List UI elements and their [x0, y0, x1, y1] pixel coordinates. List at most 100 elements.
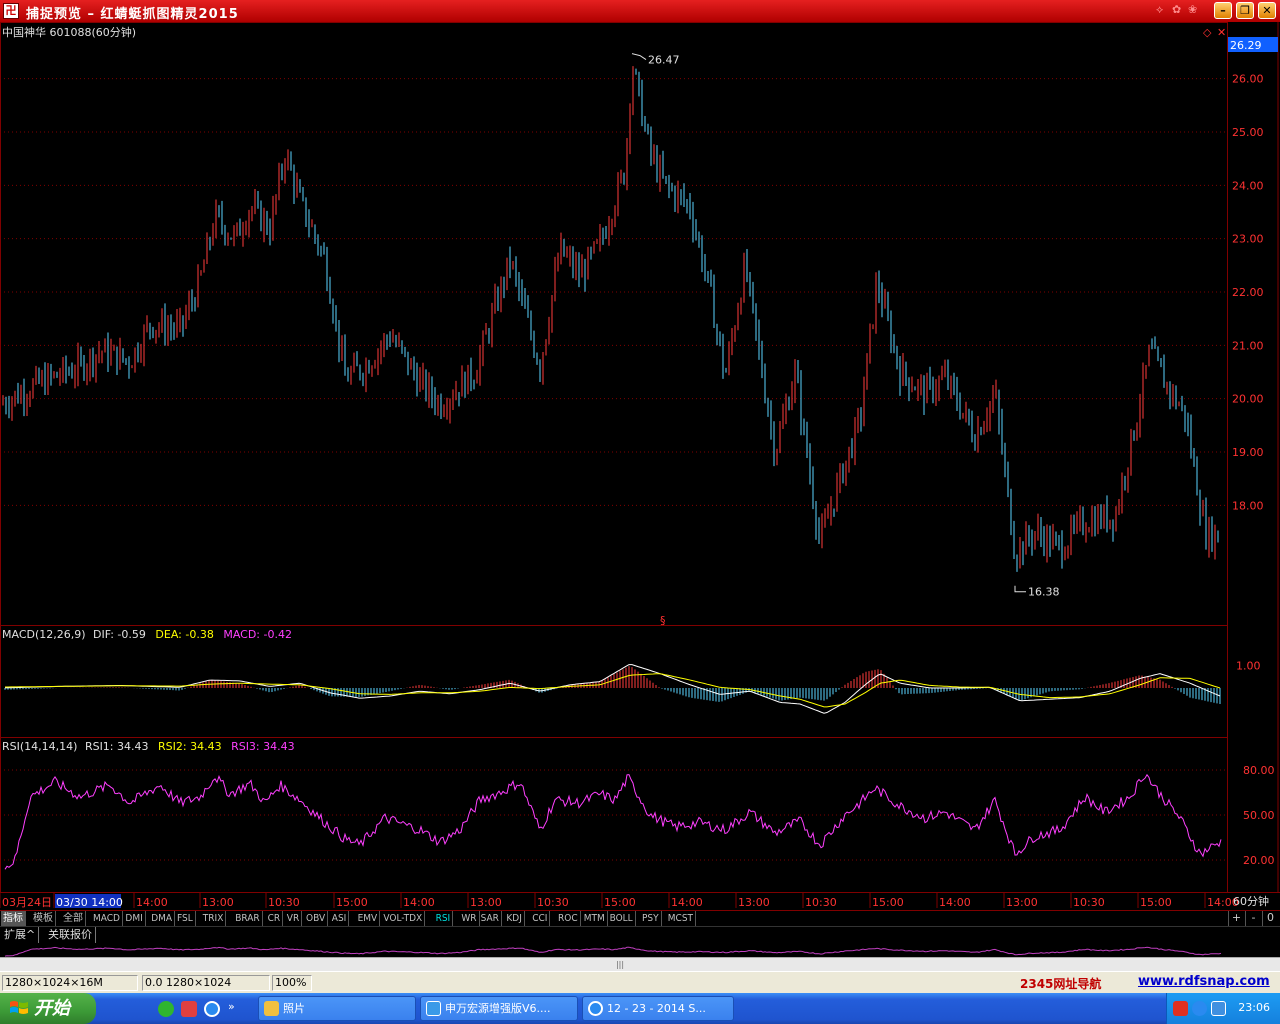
quicklaunch-app-icon[interactable]	[181, 1001, 197, 1017]
time-label: 03/30 14:00	[56, 896, 123, 909]
time-label: 15:00	[336, 896, 368, 909]
close-panel-icon[interactable]: ✕	[1217, 26, 1226, 39]
indicator-tab-vol-tdx[interactable]: VOL-TDX	[381, 911, 426, 926]
rsi2-value: RSI2: 34.43	[158, 740, 222, 753]
start-button[interactable]: 开始	[0, 993, 96, 1024]
rsi-tick-label: 80.00	[1243, 764, 1275, 777]
stock-chart-area[interactable]: 18.00 19.00 20.00 21.00 22.00 23.00 24.00 25.00…	[0, 22, 1280, 910]
indicator-tab-psy[interactable]: PSY	[640, 911, 662, 926]
task-label: 12 - 23 - 2014 S...	[607, 1002, 706, 1015]
indicator-tab-boll[interactable]: BOLL	[608, 911, 636, 926]
related-quotes-tab[interactable]: 关联报价	[45, 927, 96, 943]
chart-canvas[interactable]: 18.00 19.00 20.00 21.00 22.00 23.00 24.00 25.00…	[0, 22, 1280, 910]
time-label: 13:00	[470, 896, 502, 909]
time-label: 03月24日	[2, 896, 52, 909]
taskbar: 开始 » 照片 申万宏源增强版V6.... 12 - 23 - 2014 S..…	[0, 993, 1280, 1024]
close-button[interactable]: ✕	[1258, 2, 1276, 19]
indicator-tab-roc[interactable]: ROC	[556, 911, 581, 926]
app-icon	[426, 1001, 441, 1016]
indicator-tab-cr[interactable]: CR	[266, 911, 284, 926]
price-tick-label: 18.00	[1232, 499, 1264, 512]
indicator-tab-obv[interactable]: OBV	[304, 911, 329, 926]
macd-dif-line	[4, 664, 1221, 714]
price-tick-label: 19.00	[1232, 446, 1264, 459]
indicator-tab-macd[interactable]: MACD	[91, 911, 123, 926]
strip-preview	[4, 946, 1222, 957]
taskbar-item-browser[interactable]: 12 - 23 - 2014 S...	[582, 996, 734, 1021]
macd-dea-value: DEA: -0.38	[155, 628, 213, 641]
status-bar: 1280×1024×16M 0.0 1280×1024 100% 2345网址导…	[0, 971, 1280, 993]
decor-icon: ❀	[1188, 3, 1198, 16]
secondary-tab-bar: 扩展^ 关联报价	[0, 926, 1280, 943]
indicator-tab-fsl[interactable]: FSL	[175, 911, 196, 926]
ime-icon[interactable]	[1173, 1001, 1188, 1016]
indicator-tab-模板[interactable]: 模板	[31, 911, 56, 926]
low-price-label: 16.38	[1028, 586, 1060, 599]
quicklaunch-plus-icon[interactable]	[158, 1001, 174, 1017]
candlesticks	[2, 66, 1219, 572]
indicator-tab-dmi[interactable]: DMI	[123, 911, 146, 926]
macd-dea-line	[5, 673, 1221, 708]
app-icon: 卍	[3, 3, 19, 19]
tab-control-reset-button[interactable]: 0	[1262, 911, 1278, 926]
nav-link[interactable]: 2345网址导航	[1020, 975, 1101, 992]
indicator-tab-kdj[interactable]: KDJ	[504, 911, 525, 926]
window-title: 捕捉预览 – 红蜻蜓抓图精灵2015	[26, 7, 239, 22]
indicator-tab-rsi[interactable]: RSI	[434, 911, 454, 926]
indicator-tab-cci[interactable]: CCI	[530, 911, 551, 926]
tab-control-add-button[interactable]: +	[1228, 911, 1244, 926]
price-tick-label: 22.00	[1232, 286, 1264, 299]
indicator-tab-brar[interactable]: BRAR	[233, 911, 263, 926]
diamond-icon[interactable]: ◇	[1203, 26, 1212, 39]
time-label: 10:30	[805, 896, 837, 909]
quicklaunch-more-icon[interactable]: »	[228, 1000, 240, 1016]
macd-axis: 1.00	[1236, 660, 1261, 673]
scroll-thumb-grip-icon[interactable]: |||	[610, 960, 630, 970]
macd-tick-label: 1.00	[1236, 660, 1261, 673]
indicator-tab-mcst[interactable]: MCST	[666, 911, 697, 926]
network-icon[interactable]	[1192, 1001, 1207, 1016]
rsi-tick-label: 20.00	[1243, 854, 1275, 867]
thumbnail-strip	[0, 943, 1280, 957]
indicator-tab-指标[interactable]: 指标	[1, 911, 26, 926]
tab-control-remove-button[interactable]: -	[1245, 911, 1261, 926]
strip-rsi-preview	[4, 946, 1222, 957]
indicator-tab-emv[interactable]: EMV	[356, 911, 381, 926]
rsi-axis: 20.00 50.00 80.00	[1243, 764, 1275, 867]
indicator-tab-sar[interactable]: SAR	[479, 911, 502, 926]
cursor-coords: 0.0 1280×1024	[142, 975, 270, 991]
indicator-tab-wr[interactable]: WR	[459, 911, 480, 926]
indicator-tab-vr[interactable]: VR	[285, 911, 303, 926]
restore-button[interactable]: ❐	[1236, 2, 1254, 19]
indicator-tab-asi[interactable]: ASI	[330, 911, 350, 926]
taskbar-item-trading[interactable]: 申万宏源增强版V6....	[420, 996, 578, 1021]
indicator-tab-mtm[interactable]: MTM	[582, 911, 608, 926]
time-axis-labels: 03月24日 03/30 14:00 14:00 13:00 10:30 15:00 14:…	[0, 893, 1239, 909]
indicator-tab-全部[interactable]: 全部	[61, 911, 86, 926]
zoom-level: 100%	[272, 975, 312, 991]
title-bar[interactable]: 卍 捕捉预览 – 红蜻蜓抓图精灵2015 ⟡ ✿ ❀ – ❐ ✕	[0, 0, 1280, 22]
expand-tab[interactable]: 扩展^	[1, 927, 40, 943]
macd-name: MACD(12,26,9)	[2, 628, 86, 641]
time-label: 10:30	[537, 896, 569, 909]
price-tick-label: 23.00	[1232, 233, 1264, 246]
symbol-label: 中国神华 601088(60分钟)	[2, 25, 136, 39]
site-link[interactable]: www.rdfsnap.com	[1138, 974, 1270, 989]
rsi1-value: RSI1: 34.43	[85, 740, 149, 753]
taskbar-item-photos[interactable]: 照片	[258, 996, 416, 1021]
period-label[interactable]: 60分钟	[1233, 894, 1269, 908]
quicklaunch-browser-icon[interactable]	[204, 1001, 220, 1017]
horizontal-scrollbar[interactable]: |||	[0, 957, 1280, 971]
time-label: 13:00	[738, 896, 770, 909]
macd-macd-value: MACD: -0.42	[223, 628, 292, 641]
price-tick-label: 25.00	[1232, 126, 1264, 139]
price-tick-label: 24.00	[1232, 179, 1264, 192]
time-label: 13:00	[202, 896, 234, 909]
low-leader-line	[1014, 585, 1026, 593]
minimize-button[interactable]: –	[1214, 2, 1232, 19]
shield-icon[interactable]	[1211, 1001, 1226, 1016]
time-label: 14:00	[671, 896, 703, 909]
start-label: 开始	[34, 998, 70, 1019]
indicator-tab-dma[interactable]: DMA	[149, 911, 176, 926]
indicator-tab-trix[interactable]: TRIX	[201, 911, 227, 926]
